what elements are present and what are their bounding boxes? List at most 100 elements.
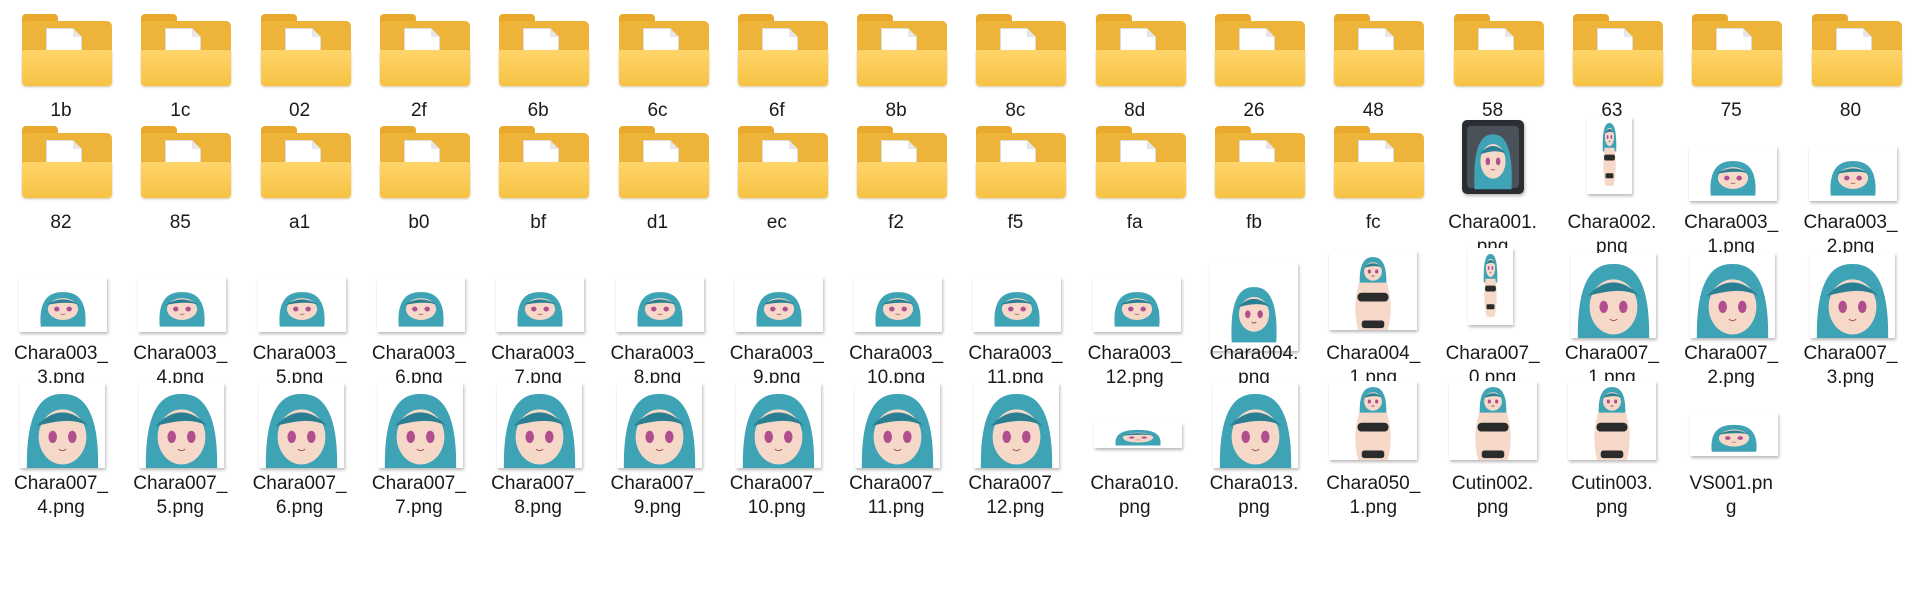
character-artwork	[279, 292, 325, 327]
file-name-label: f2	[888, 212, 905, 233]
image-thumbnail	[837, 243, 955, 343]
image-preview	[854, 277, 943, 332]
image-preview	[973, 277, 1062, 332]
folder-icon	[1553, 0, 1671, 100]
folder-icon	[241, 112, 359, 212]
folder-icon	[1314, 0, 1432, 100]
file-name-label: d1	[646, 212, 669, 233]
image-preview	[974, 383, 1060, 468]
character-artwork	[265, 394, 337, 468]
folder-icon	[857, 126, 948, 198]
image-thumbnail	[599, 373, 717, 473]
image-thumbnail	[1076, 243, 1194, 343]
image-preview	[1213, 383, 1298, 468]
folder-icon	[837, 0, 955, 100]
image-thumbnail	[1672, 112, 1790, 212]
folder-icon	[1672, 0, 1790, 100]
character-artwork	[384, 394, 457, 468]
image-preview	[1689, 146, 1778, 201]
character-artwork	[1711, 424, 1757, 452]
file-name-label: bf	[530, 212, 547, 233]
folder-icon	[1076, 112, 1194, 212]
file-name-label: Chara007_ 11.png	[849, 473, 944, 518]
folder-icon	[737, 126, 828, 198]
character-artwork	[40, 292, 86, 327]
file-name-label: Cutin002. png	[1451, 473, 1534, 518]
folder-icon	[2, 0, 120, 100]
character-artwork	[517, 292, 563, 327]
image-preview	[138, 277, 227, 332]
character-artwork	[1816, 264, 1888, 338]
folder-icon	[618, 126, 709, 198]
character-artwork	[756, 292, 802, 327]
file-name-label: Chara007_ 9.png	[610, 473, 705, 518]
image-thumbnail	[1553, 112, 1671, 212]
image-preview	[855, 383, 941, 468]
folder-icon	[22, 126, 112, 198]
image-thumbnail	[121, 373, 239, 473]
image-thumbnail	[1553, 243, 1671, 343]
file-name-label: Chara007_ 6.png	[252, 473, 347, 518]
image-thumbnail	[241, 243, 359, 343]
image-preview	[1690, 413, 1779, 456]
character-artwork	[26, 394, 99, 468]
image-preview	[377, 383, 463, 468]
character-artwork	[1114, 292, 1160, 327]
character-artwork	[146, 394, 218, 468]
file-name-label: f5	[1007, 212, 1024, 233]
folder-icon	[1095, 126, 1186, 198]
character-artwork	[504, 394, 576, 468]
file-name-label: Chara007_ 8.png	[491, 473, 586, 518]
character-artwork	[1466, 125, 1519, 190]
image-thumbnail	[1195, 373, 1313, 473]
character-artwork	[623, 394, 695, 468]
folder-icon	[976, 126, 1067, 198]
folder-icon	[1195, 112, 1313, 212]
image-thumbnail	[1434, 243, 1552, 343]
character-artwork	[875, 292, 921, 327]
image-preview	[376, 277, 465, 332]
image-preview	[1210, 263, 1298, 351]
folder-icon	[618, 14, 709, 86]
folder-icon	[379, 14, 470, 86]
image-thumbnail	[1195, 243, 1313, 351]
file-name-label: Chara007_ 12.png	[968, 473, 1063, 518]
image-thumbnail	[1434, 112, 1552, 212]
file-name-label: Chara010. png	[1090, 473, 1180, 518]
file-name-label: fa	[1126, 212, 1143, 233]
folder-icon	[718, 0, 836, 100]
image-preview	[20, 383, 105, 468]
folder-icon	[121, 112, 239, 212]
character-artwork	[1355, 387, 1391, 460]
image-preview	[1809, 253, 1895, 338]
character-artwork	[1231, 287, 1277, 343]
file-name-label: VS001.pn g	[1689, 473, 1773, 518]
file-name-label: fb	[1246, 212, 1262, 233]
folder-icon	[737, 14, 828, 86]
character-artwork	[994, 292, 1040, 327]
image-thumbnail	[837, 373, 955, 473]
folder-icon	[141, 126, 232, 198]
file-name-label: Chara007_ 4.png	[13, 473, 109, 518]
folder-icon	[499, 14, 590, 86]
image-thumbnail	[1314, 373, 1432, 473]
folder-icon	[1195, 0, 1313, 100]
folder-icon	[499, 126, 590, 198]
folder-icon	[121, 0, 239, 100]
character-artwork	[1219, 394, 1292, 468]
image-preview	[19, 277, 107, 332]
character-artwork	[1474, 387, 1511, 460]
folder-icon	[1434, 0, 1552, 100]
image-preview	[1467, 248, 1513, 325]
file-name-label: Chara007_ 10.png	[729, 473, 824, 518]
folder-icon	[718, 112, 836, 212]
character-artwork	[1829, 161, 1876, 196]
image-thumbnail	[1434, 373, 1552, 473]
folder-icon	[1453, 14, 1544, 86]
folder-icon	[260, 14, 351, 86]
image-thumbnail	[956, 373, 1074, 473]
character-artwork	[636, 292, 683, 327]
folder-icon	[360, 112, 478, 212]
folder-icon	[141, 14, 232, 86]
file-name-label: Cutin003. png	[1571, 473, 1653, 518]
